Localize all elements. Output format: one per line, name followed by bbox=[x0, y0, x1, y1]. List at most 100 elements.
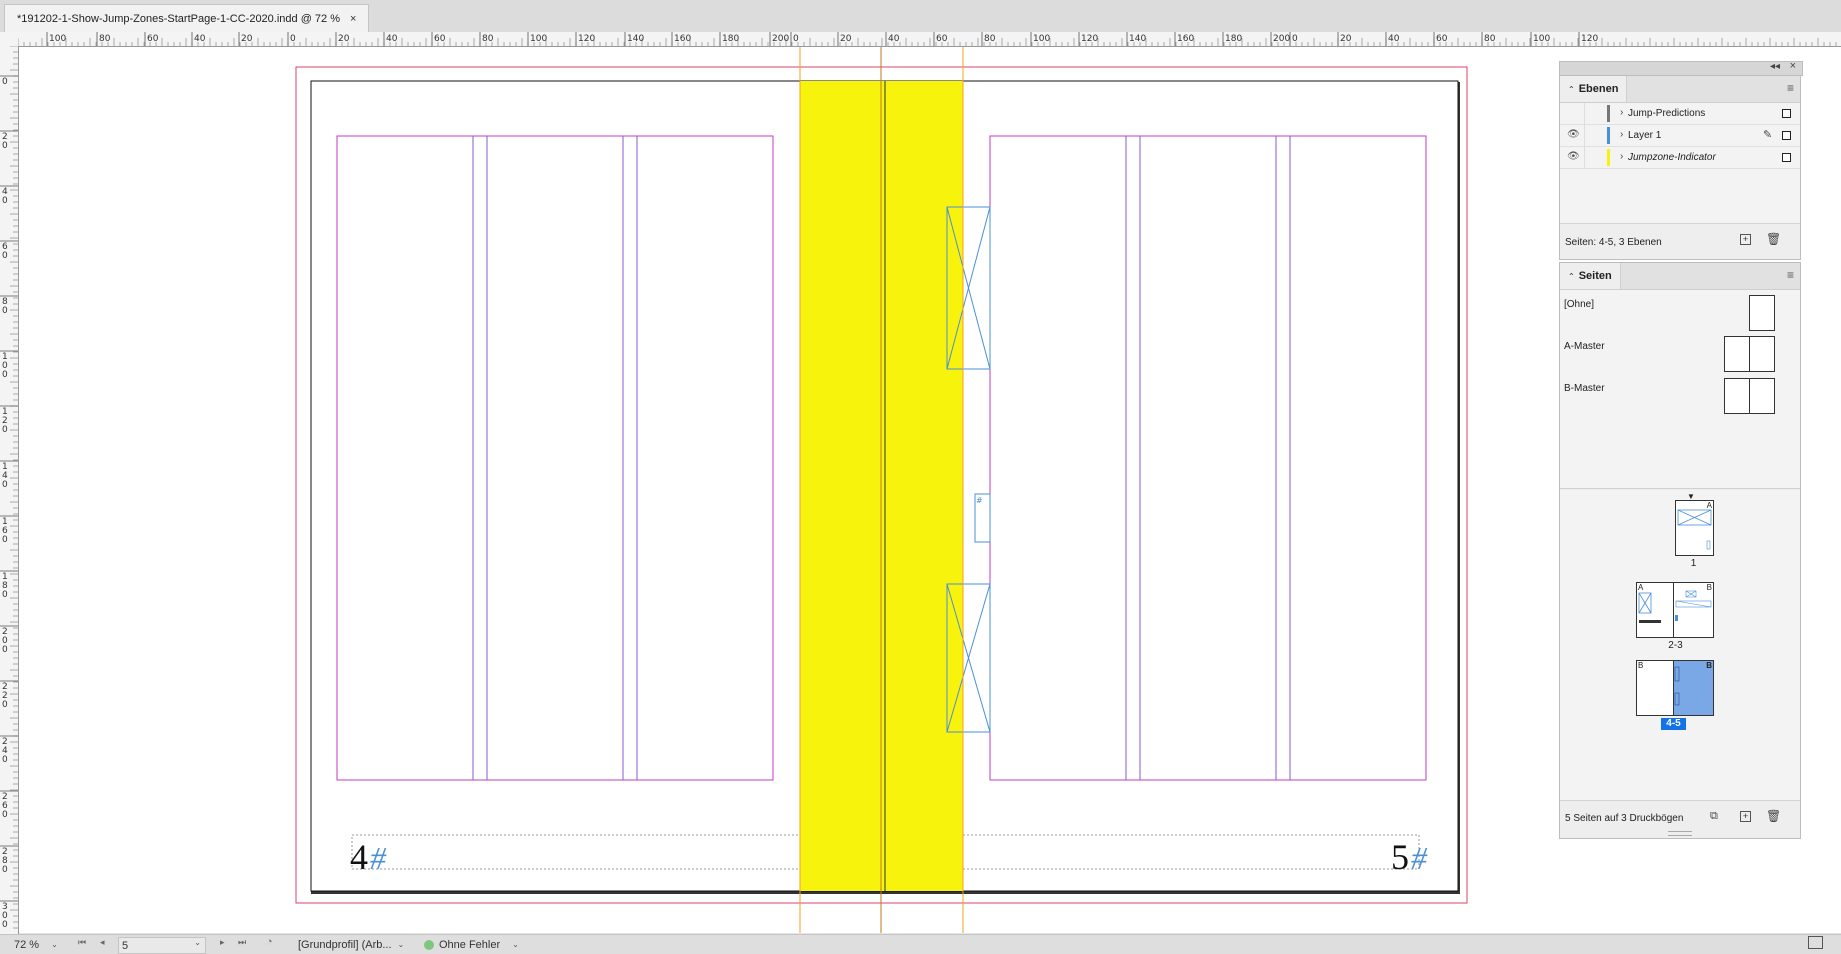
layer-lock-toggle[interactable] bbox=[1584, 103, 1585, 124]
layer-name: Jumpzone-Indicator bbox=[1628, 152, 1716, 163]
master-b-left-thumb[interactable] bbox=[1724, 378, 1750, 414]
vertical-ruler-ticks: 0204060801001201401601802002202402602803… bbox=[0, 46, 18, 930]
ruler-label: 200 bbox=[1273, 34, 1290, 44]
pages-panel-title: Seiten bbox=[1578, 270, 1612, 282]
page-5-thumb[interactable]: B bbox=[1673, 660, 1714, 716]
layer-row[interactable]: 👁 › Layer 1 ✎ bbox=[1560, 125, 1800, 147]
master-a-left-thumb[interactable] bbox=[1724, 336, 1750, 372]
layer-lock-toggle[interactable] bbox=[1584, 125, 1585, 146]
document-tab[interactable]: *191202-1-Show-Jump-Zones-StartPage-1-CC… bbox=[4, 4, 370, 32]
ruler-label: 80 bbox=[99, 34, 111, 44]
ruler-label: 20 bbox=[840, 34, 852, 44]
small-text-frame-marker: # bbox=[976, 496, 983, 505]
layer-row[interactable]: 👁 › Jumpzone-Indicator bbox=[1560, 147, 1800, 169]
page-3-preview bbox=[1675, 590, 1712, 621]
document-tab-title: *191202-1-Show-Jump-Zones-StartPage-1-CC… bbox=[17, 12, 340, 25]
page-1-thumb[interactable]: A bbox=[1675, 500, 1714, 556]
page-2-thumb[interactable]: A bbox=[1636, 582, 1675, 638]
master-a-right-thumb[interactable] bbox=[1749, 336, 1775, 372]
layer-row[interactable]: › Jump-Predictions bbox=[1560, 103, 1800, 125]
panel-resize-grip[interactable] bbox=[1668, 831, 1692, 836]
ruler-label: 0 bbox=[2, 810, 8, 820]
page-4-thumb[interactable]: B bbox=[1636, 660, 1675, 716]
next-page-icon[interactable]: ▸ bbox=[220, 937, 225, 948]
master-a[interactable]: A-Master bbox=[1564, 341, 1605, 352]
trash-icon[interactable]: 🗑 bbox=[1766, 232, 1781, 246]
ruler-label: 140 bbox=[1129, 34, 1146, 44]
ruler-label: 0 bbox=[2, 865, 8, 875]
ruler-label: 80 bbox=[984, 34, 996, 44]
ruler-label: 0 bbox=[2, 920, 8, 930]
close-icon[interactable]: × bbox=[350, 13, 356, 25]
new-layer-icon[interactable]: + bbox=[1740, 234, 1751, 245]
ruler-label: 60 bbox=[434, 34, 446, 44]
ruler-label: 120 bbox=[1581, 34, 1598, 44]
first-page-icon[interactable]: ⏮ bbox=[78, 937, 86, 948]
open-document-icon[interactable]: ◔ bbox=[266, 936, 273, 948]
ruler-label: 0 bbox=[2, 306, 8, 316]
layer-select-box[interactable] bbox=[1782, 153, 1791, 162]
profile-dropdown[interactable]: [Grundprofil] (Arb... ⌄ bbox=[298, 937, 408, 952]
panel-menu-icon[interactable]: ≡ bbox=[1787, 81, 1794, 95]
new-page-icon[interactable]: + bbox=[1740, 811, 1751, 822]
tab-pages[interactable]: ⌃ Seiten bbox=[1560, 263, 1621, 289]
ruler-label: 100 bbox=[1033, 34, 1050, 44]
ruler-label: 0 bbox=[2, 590, 8, 600]
right-page[interactable] bbox=[884, 80, 1459, 892]
zoom-field[interactable]: 72 % ⌄ bbox=[6, 937, 66, 952]
master-b-right-thumb[interactable] bbox=[1749, 378, 1775, 414]
expand-chevron-icon[interactable]: › bbox=[1620, 151, 1623, 162]
visibility-eye-icon[interactable]: 👁 bbox=[1567, 151, 1581, 162]
visibility-eye-icon[interactable]: 👁 bbox=[1567, 129, 1581, 140]
master-b[interactable]: B-Master bbox=[1564, 383, 1605, 394]
page-3-thumb[interactable]: B bbox=[1673, 582, 1714, 638]
master-none-thumb[interactable] bbox=[1749, 295, 1775, 331]
spread-1-label[interactable]: 1 bbox=[1660, 558, 1727, 569]
preflight-status[interactable]: Ohne Fehler ⌄ bbox=[424, 937, 534, 952]
expand-chevron-icon[interactable]: › bbox=[1620, 129, 1623, 140]
layers-panel-tabbar: ⌃ Ebenen ≡ bbox=[1560, 76, 1800, 103]
spread-2-3-label[interactable]: 2-3 bbox=[1642, 640, 1709, 651]
layers-panel-title: Ebenen bbox=[1578, 83, 1619, 95]
pages-panel-footer: 5 Seiten auf 3 Druckbögen ⧉ + 🗑 bbox=[1560, 800, 1800, 838]
chevron-down-icon[interactable]: ⌄ bbox=[512, 940, 519, 949]
chevron-down-icon[interactable]: ⌄ bbox=[398, 940, 405, 949]
ruler-label: 0 bbox=[2, 370, 8, 380]
layer-name: Jump-Predictions bbox=[1628, 108, 1706, 119]
pages-footer-text: 5 Seiten auf 3 Druckbögen bbox=[1565, 813, 1684, 824]
spread-4-5-label[interactable]: 4-5 bbox=[1661, 718, 1686, 730]
ruler-label: 0 bbox=[2, 251, 8, 261]
last-page-icon[interactable]: ⏭ bbox=[238, 937, 246, 948]
vertical-ruler[interactable]: 0204060801001201401601802002202402602803… bbox=[0, 46, 19, 934]
ruler-label: 80 bbox=[482, 34, 494, 44]
ruler-label: 140 bbox=[627, 34, 644, 44]
panel-menu-icon[interactable]: ≡ bbox=[1787, 268, 1794, 282]
left-page[interactable] bbox=[310, 80, 886, 892]
left-page-number-marker: # bbox=[370, 840, 387, 876]
layer-lock-toggle[interactable] bbox=[1584, 147, 1585, 168]
right-page-number: 5 bbox=[1391, 837, 1409, 877]
close-panels-icon[interactable]: × bbox=[1790, 60, 1796, 72]
page-field[interactable]: 5 ⌄ bbox=[118, 937, 206, 954]
ruler-label: 0 bbox=[290, 34, 296, 44]
layer-select-box[interactable] bbox=[1782, 131, 1791, 140]
previous-page-icon[interactable]: ◂ bbox=[100, 937, 105, 948]
tab-layers[interactable]: ⌃ Ebenen bbox=[1560, 76, 1628, 102]
layers-panel-footer: Seiten: 4-5, 3 Ebenen + 🗑 bbox=[1560, 223, 1800, 259]
ruler-origin[interactable] bbox=[0, 32, 19, 47]
horizontal-ruler[interactable]: 100 80 60 40 20 0 20 40 60 80 100 120 140 160 180 200 0 2… bbox=[18, 32, 1841, 47]
layer-color-swatch bbox=[1607, 105, 1610, 122]
page-2-preview bbox=[1638, 592, 1661, 623]
chevron-down-icon[interactable]: ⌄ bbox=[194, 938, 201, 947]
edit-page-size-icon[interactable]: ⧉ bbox=[1710, 810, 1718, 823]
layer-select-box[interactable] bbox=[1782, 109, 1791, 118]
trash-icon[interactable]: 🗑 bbox=[1766, 809, 1781, 823]
expand-chevron-icon[interactable]: › bbox=[1620, 107, 1623, 118]
master-none[interactable]: [Ohne] bbox=[1564, 299, 1594, 310]
ruler-label: 0 bbox=[2, 196, 8, 206]
collapse-panels-icon[interactable]: ◂◂ bbox=[1770, 61, 1780, 72]
layers-footer-text: Seiten: 4-5, 3 Ebenen bbox=[1565, 237, 1662, 248]
view-mode-icon[interactable] bbox=[1808, 936, 1823, 949]
ruler-label: 20 bbox=[338, 34, 350, 44]
chevron-down-icon[interactable]: ⌄ bbox=[51, 940, 58, 949]
